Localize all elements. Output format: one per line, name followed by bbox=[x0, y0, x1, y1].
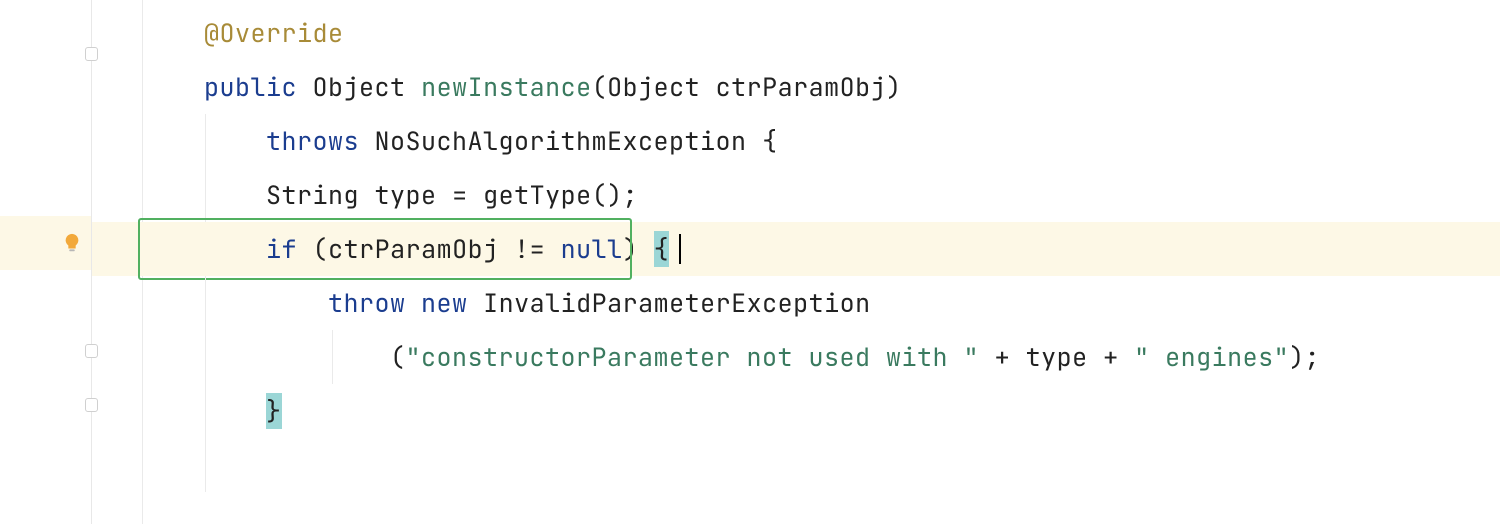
call-gettype: getType(); bbox=[483, 178, 638, 212]
code-line[interactable] bbox=[92, 438, 1500, 492]
keyword-throws: throws bbox=[266, 124, 359, 158]
brace-open: { bbox=[654, 231, 670, 267]
op-plus: + bbox=[995, 340, 1011, 374]
type-string: String bbox=[266, 178, 359, 212]
op-plus: + bbox=[1103, 340, 1119, 374]
string-literal: "constructorParameter not used with " bbox=[406, 340, 980, 374]
brace-close: } bbox=[266, 393, 282, 429]
keyword-new: new bbox=[421, 286, 468, 320]
op-equals: = bbox=[452, 178, 468, 212]
method-name: newInstance bbox=[421, 70, 592, 104]
paren-open: ( bbox=[313, 232, 329, 266]
exception-name: NoSuchAlgorithmException bbox=[375, 124, 747, 158]
cond-var: ctrParamObj bbox=[328, 232, 499, 266]
code-line[interactable]: throws NoSuchAlgorithmException { bbox=[92, 114, 1500, 168]
keyword-public: public bbox=[204, 70, 297, 104]
code-line-current[interactable]: if (ctrParamObj != null) { bbox=[92, 222, 1500, 276]
code-line[interactable]: } bbox=[92, 384, 1500, 438]
paren-close-stmt: ); bbox=[1289, 340, 1320, 374]
paren-close: ) bbox=[623, 232, 639, 266]
cond-op: != bbox=[514, 232, 545, 266]
keyword-if: if bbox=[266, 232, 297, 266]
annotation: @Override bbox=[204, 16, 344, 50]
intention-bulb-icon[interactable] bbox=[61, 232, 83, 254]
param-name: ctrParamObj bbox=[716, 70, 887, 104]
paren-open: ( bbox=[390, 340, 406, 374]
var-name: type bbox=[375, 178, 437, 212]
editor-gutter[interactable] bbox=[0, 0, 92, 524]
paren-open: ( bbox=[592, 70, 608, 104]
keyword-throw: throw bbox=[328, 286, 406, 320]
code-line[interactable]: @Override bbox=[92, 6, 1500, 60]
code-line[interactable]: ("constructorParameter not used with " +… bbox=[92, 330, 1500, 384]
type-object: Object bbox=[313, 70, 406, 104]
paren-close: ) bbox=[886, 70, 902, 104]
code-editor[interactable]: @Override public Object newInstance(Obje… bbox=[92, 0, 1500, 524]
var-ref: type bbox=[1026, 340, 1088, 374]
text-cursor bbox=[679, 234, 681, 264]
code-line[interactable]: public Object newInstance(Object ctrPara… bbox=[92, 60, 1500, 114]
param-type: Object bbox=[607, 70, 700, 104]
string-literal: " engines" bbox=[1134, 340, 1289, 374]
keyword-null: null bbox=[561, 232, 623, 266]
code-line[interactable]: throw new InvalidParameterException bbox=[92, 276, 1500, 330]
code-line[interactable]: String type = getType(); bbox=[92, 168, 1500, 222]
exception-name: InvalidParameterException bbox=[483, 286, 871, 320]
brace-open: { bbox=[762, 124, 778, 158]
